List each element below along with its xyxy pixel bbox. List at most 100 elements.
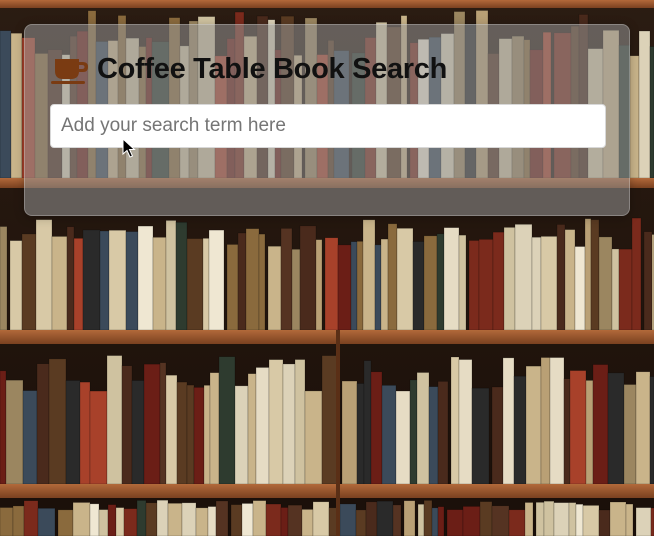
- book-spine: [107, 504, 117, 536]
- book-spine: [280, 228, 293, 331]
- search-card: Coffee Table Book Search: [24, 24, 630, 216]
- book-spine: [152, 237, 167, 331]
- book-spine: [514, 224, 533, 331]
- book-spine: [176, 381, 188, 485]
- book-spine: [491, 505, 510, 536]
- book-spine: [478, 239, 494, 331]
- book-spine: [643, 231, 653, 331]
- page: Coffee Table Book Search: [0, 0, 654, 536]
- book-spine: [82, 229, 101, 331]
- book-spine: [491, 386, 504, 485]
- book-spine: [431, 507, 439, 536]
- book-spine: [549, 357, 565, 485]
- book-spine: [89, 503, 100, 536]
- book-spine: [115, 507, 125, 536]
- book-spine: [417, 503, 425, 536]
- book-spine: [265, 503, 282, 536]
- book-spine: [436, 233, 445, 331]
- search-input[interactable]: [50, 104, 606, 148]
- book-spine: [282, 363, 296, 485]
- book-spine: [267, 245, 282, 331]
- book-spine: [299, 225, 317, 331]
- book-spine: [312, 501, 330, 536]
- book-spine: [193, 387, 205, 485]
- book-spine: [629, 55, 640, 179]
- book-spine: [649, 376, 654, 485]
- book-spine: [540, 236, 558, 331]
- book-spine: [337, 244, 352, 331]
- book-spine: [294, 359, 306, 485]
- book-spine: [255, 367, 270, 485]
- book-spine: [9, 240, 23, 331]
- book-spine: [350, 241, 358, 331]
- book-spine: [540, 357, 551, 485]
- book-spine: [412, 241, 425, 331]
- book-spine: [226, 244, 239, 331]
- book-spine: [21, 233, 37, 331]
- book-spine: [175, 221, 188, 331]
- book-spine: [582, 505, 600, 536]
- book-spine: [598, 509, 611, 536]
- book-spine: [468, 240, 480, 331]
- book-spine: [89, 390, 108, 485]
- book-spine: [156, 499, 169, 536]
- book-spine: [123, 508, 138, 536]
- book-spine: [363, 360, 372, 485]
- book-spine: [301, 509, 314, 536]
- book-spine: [245, 228, 260, 331]
- book-spine: [234, 385, 249, 485]
- book-spine: [37, 507, 56, 536]
- book-spine: [22, 390, 38, 485]
- book-spine: [252, 500, 267, 536]
- book-spine: [186, 238, 204, 331]
- book-spine: [209, 372, 220, 485]
- book-spine: [649, 46, 654, 179]
- book-spine: [159, 362, 167, 485]
- book-spine: [409, 379, 418, 485]
- book-spine: [65, 380, 81, 485]
- book-spine: [508, 509, 526, 536]
- book-spine: [304, 390, 323, 485]
- book-spine: [143, 363, 161, 485]
- book-spine: [502, 357, 515, 485]
- book-spine: [584, 218, 592, 331]
- book-spine: [66, 226, 75, 331]
- book-spine: [51, 236, 68, 331]
- book-spine: [315, 239, 323, 331]
- book-spine: [186, 384, 195, 485]
- book-spine: [607, 372, 625, 485]
- book-spine: [73, 238, 84, 331]
- book-spine: [568, 502, 577, 536]
- book-spine: [524, 502, 534, 536]
- book-spine: [462, 506, 481, 536]
- book-spine: [403, 500, 416, 536]
- book-spine: [563, 378, 571, 485]
- book-spine: [479, 501, 493, 536]
- page-title: Coffee Table Book Search: [97, 52, 448, 85]
- book-spine: [167, 502, 183, 536]
- book-spine: [590, 219, 600, 331]
- book-spine: [395, 390, 411, 485]
- book-spine: [471, 387, 490, 485]
- shelf-plank: [0, 484, 654, 498]
- book-spine: [280, 507, 289, 536]
- book-spine: [437, 506, 445, 536]
- book-spine: [268, 359, 284, 485]
- book-spine: [635, 371, 651, 485]
- book-spine: [609, 501, 627, 536]
- coffee-cup-icon: [49, 53, 91, 85]
- card-header: Coffee Table Book Search: [49, 51, 447, 87]
- book-spine: [0, 370, 7, 485]
- book-spine: [108, 229, 127, 331]
- book-spine: [503, 227, 516, 331]
- book-spine: [181, 502, 197, 536]
- book-spine: [356, 383, 365, 485]
- book-spine: [423, 235, 438, 331]
- book-spine: [218, 356, 236, 485]
- book-spine: [574, 246, 586, 331]
- book-spine: [98, 509, 109, 536]
- book-spine: [458, 234, 467, 331]
- book-spine: [48, 358, 67, 485]
- book-spine: [376, 500, 394, 536]
- book-spine: [165, 220, 177, 331]
